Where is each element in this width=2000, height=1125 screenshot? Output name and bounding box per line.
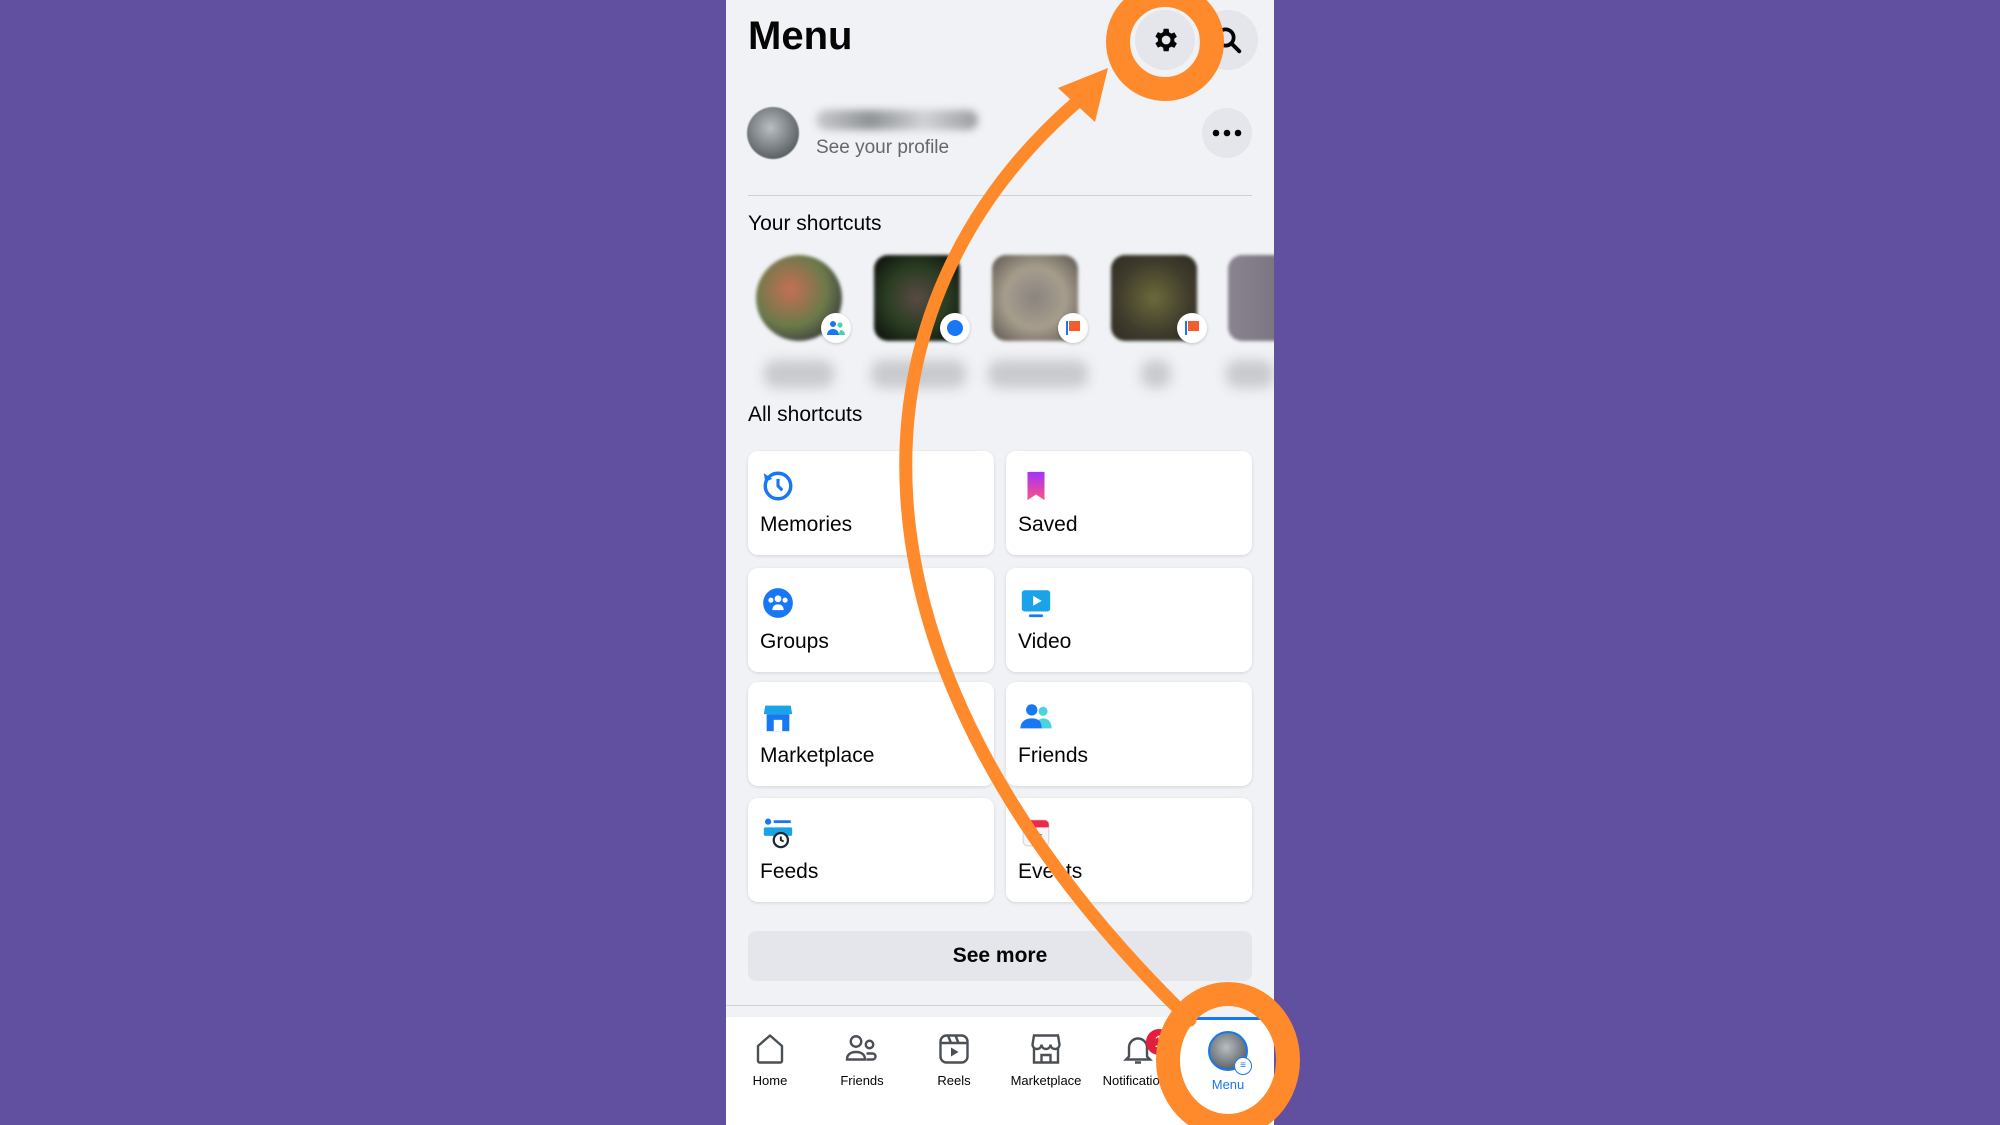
see-your-profile-link[interactable]: See your profile <box>816 137 949 159</box>
bottom-nav: Home Friends Reels Marketplace Notificat… <box>726 1017 1274 1125</box>
card-saved[interactable]: Saved <box>1006 451 1252 555</box>
video-icon <box>1021 590 1051 618</box>
card-feeds[interactable]: Feeds <box>748 798 994 902</box>
tab-label: Notifications <box>1102 1073 1174 1088</box>
shop-icon <box>763 705 793 732</box>
active-tab-indicator <box>1181 1017 1274 1020</box>
page-flag-icon <box>1177 313 1207 343</box>
card-events[interactable]: Events <box>1006 798 1252 902</box>
tab-label: Menu <box>1211 1077 1245 1092</box>
card-label: Saved <box>1018 513 1078 536</box>
notification-badge: 1 <box>1146 1029 1172 1055</box>
shortcut-label-blurred <box>988 360 1088 388</box>
profile-avatar[interactable] <box>747 107 799 159</box>
reels-icon <box>939 1034 969 1064</box>
tab-friends[interactable]: Friends <box>816 1031 908 1088</box>
card-groups[interactable]: Groups <box>748 568 994 672</box>
menu-lines-icon: ≡ <box>1234 1057 1252 1075</box>
page-flag-icon <box>1058 313 1088 343</box>
search-icon <box>1215 27 1242 54</box>
shortcut-label-blurred <box>1141 360 1171 388</box>
clock-icon <box>763 471 793 501</box>
profile-name-blurred <box>816 110 978 130</box>
divider <box>726 1005 1274 1006</box>
search-button[interactable] <box>1198 10 1258 70</box>
friends-icon <box>845 1035 877 1061</box>
more-icon <box>1212 129 1242 137</box>
home-icon <box>756 1034 784 1064</box>
card-label: Events <box>1018 860 1083 883</box>
card-video[interactable]: Video <box>1006 568 1252 672</box>
card-label: Groups <box>760 630 829 653</box>
all-shortcuts-heading: All shortcuts <box>748 403 863 426</box>
your-shortcuts-heading: Your shortcuts <box>748 212 882 235</box>
tab-label: Reels <box>937 1073 971 1088</box>
card-friends[interactable]: Friends <box>1006 682 1252 786</box>
tab-home[interactable]: Home <box>726 1031 816 1088</box>
divider <box>748 195 1252 196</box>
tab-menu[interactable]: ≡ Menu <box>1182 1031 1274 1092</box>
friends-icon <box>1020 704 1052 729</box>
card-label: Memories <box>760 513 853 536</box>
shop-icon <box>1031 1034 1061 1064</box>
shortcut-5[interactable] <box>1228 255 1274 341</box>
bookmark-icon <box>1027 471 1045 501</box>
phone-screen: Menu See your profile Your shortcuts All… <box>726 0 1274 1125</box>
page-title: Menu <box>748 14 853 58</box>
tab-notifications[interactable]: Notifications 1 <box>1092 1029 1184 1088</box>
groups-icon <box>763 588 793 618</box>
card-marketplace[interactable]: Marketplace <box>748 682 994 786</box>
tab-label: Friends <box>840 1073 884 1088</box>
card-label: Video <box>1018 630 1072 653</box>
tab-label: Home <box>752 1073 788 1088</box>
shortcut-label-blurred <box>764 360 834 388</box>
settings-button[interactable] <box>1135 10 1195 70</box>
calendar-icon <box>1022 819 1050 847</box>
card-label: Marketplace <box>760 744 875 767</box>
menu-avatar: ≡ <box>1208 1031 1252 1075</box>
card-label: Friends <box>1018 744 1089 767</box>
shortcut-label-blurred <box>871 360 966 388</box>
card-memories[interactable]: Memories <box>748 451 994 555</box>
group-badge-icon <box>821 313 851 343</box>
game-badge-icon <box>940 313 970 343</box>
shortcut-label-blurred <box>1226 360 1274 388</box>
tab-reels[interactable]: Reels <box>908 1031 1000 1088</box>
tab-label: Marketplace <box>1010 1073 1082 1088</box>
see-more-button[interactable]: See more <box>748 931 1252 981</box>
feeds-icon <box>763 818 793 849</box>
more-options-button[interactable] <box>1202 108 1252 158</box>
gear-icon <box>1155 28 1177 52</box>
tab-marketplace[interactable]: Marketplace <box>1000 1031 1092 1088</box>
card-label: Feeds <box>760 860 819 883</box>
